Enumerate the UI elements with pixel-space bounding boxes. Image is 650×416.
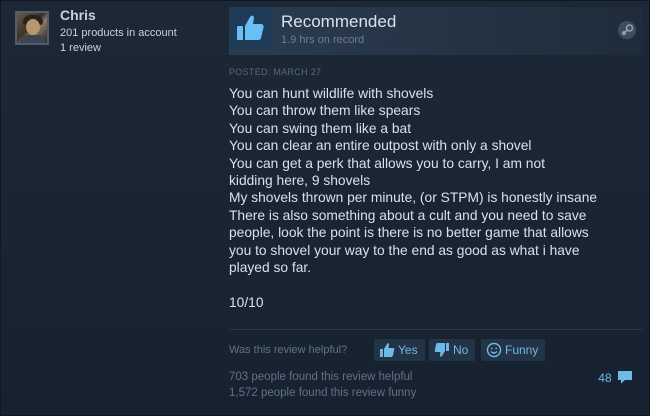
vote-funny-label: Funny bbox=[505, 343, 539, 357]
avatar-face bbox=[26, 19, 40, 35]
review-line: You can swing them like a bat bbox=[229, 120, 412, 136]
reviewer-products[interactable]: 201 products in account bbox=[60, 27, 177, 39]
comment-bubble-icon bbox=[618, 371, 632, 384]
comments-link[interactable]: 48 bbox=[598, 369, 633, 385]
thumbs-down-icon bbox=[434, 343, 449, 357]
review-line: My shovels thrown per minute, (or STPM) … bbox=[229, 190, 598, 206]
thumb-box bbox=[229, 7, 271, 49]
review-line: You can hunt wildlife with shovels bbox=[229, 86, 434, 101]
vote-yes-label: Yes bbox=[398, 343, 418, 357]
review-line: You can get a perk that allows you to ca… bbox=[229, 155, 545, 171]
posted-date: POSTED: MARCH 27 bbox=[229, 67, 322, 77]
thumbs-up-icon bbox=[380, 343, 395, 357]
helpful-count: 703 people found this review helpful bbox=[229, 371, 413, 383]
review-line: You can throw them like spears bbox=[229, 103, 421, 119]
reviewer-reviews[interactable]: 1 review bbox=[60, 42, 101, 54]
vote-no-label: No bbox=[453, 343, 469, 357]
helpful-question: Was this review helpful? bbox=[229, 344, 348, 356]
review-header[interactable]: Recommended 1.9 hrs on record bbox=[229, 7, 643, 55]
steam-icon bbox=[618, 21, 636, 39]
review-line: You can clear an entire outpost with onl… bbox=[229, 138, 532, 154]
divider bbox=[229, 329, 643, 330]
funny-count: 1,572 people found this review funny bbox=[229, 387, 417, 399]
review-line: played so far. bbox=[229, 260, 312, 276]
reviewer-name[interactable]: Chris bbox=[60, 7, 96, 23]
review-line: kidding here, 9 shovels bbox=[229, 173, 371, 189]
review-body: You can hunt wildlife with shovels You c… bbox=[229, 85, 639, 276]
smiley-icon bbox=[486, 342, 502, 358]
review-line: people, look the point is there is no be… bbox=[229, 225, 589, 241]
review-line: There is also something about a cult and… bbox=[229, 207, 587, 223]
vote-funny-button[interactable]: Funny bbox=[481, 339, 546, 361]
avatar-shirt bbox=[20, 35, 46, 43]
avatar[interactable] bbox=[15, 11, 49, 45]
review-score: 10/10 bbox=[229, 295, 264, 310]
rating-title: Recommended bbox=[281, 12, 397, 31]
comment-count: 48 bbox=[598, 371, 612, 385]
review-card: Chris 201 products in account 1 review R… bbox=[0, 0, 650, 416]
review-line: you to shovel your way to the end as goo… bbox=[229, 242, 580, 258]
thumbs-up-icon bbox=[237, 15, 264, 40]
vote-no-button[interactable]: No bbox=[429, 339, 476, 361]
vote-yes-button[interactable]: Yes bbox=[374, 339, 425, 361]
hours-on-record: 1.9 hrs on record bbox=[281, 34, 365, 46]
